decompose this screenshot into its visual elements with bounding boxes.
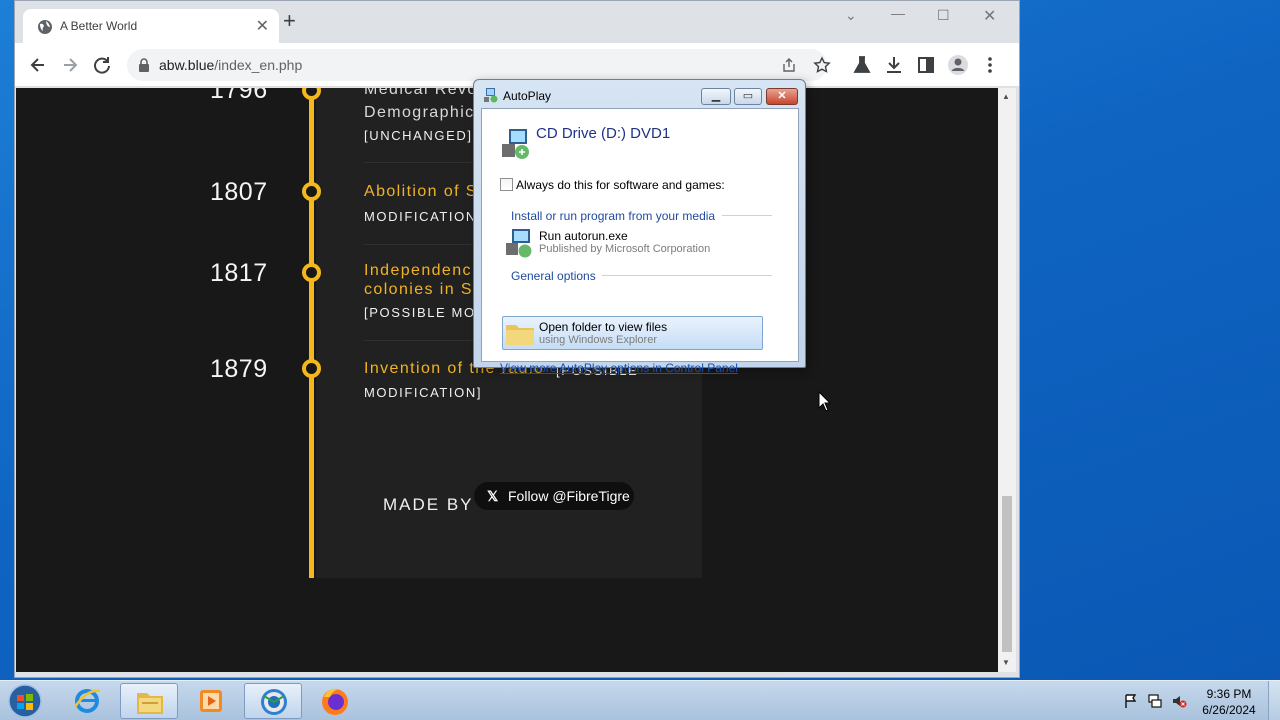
download-icon[interactable]: [883, 54, 905, 76]
timeline-marker: [302, 263, 321, 282]
browser-tab[interactable]: A Better World ✕: [23, 9, 279, 43]
section-divider: [602, 275, 772, 276]
globe-icon: [38, 20, 52, 34]
run-autorun-option[interactable]: Run autorun.exe Published by Microsoft C…: [502, 227, 763, 261]
tab-strip: A Better World ✕ + ⌄ — ☐ ✕: [15, 1, 1019, 43]
minimize-icon[interactable]: —: [891, 5, 905, 21]
bookmark-star-icon[interactable]: [813, 56, 831, 74]
autoplay-icon: [484, 88, 498, 103]
file-explorer-icon: [137, 693, 163, 714]
timeline-event[interactable]: colonies in S: [364, 280, 473, 300]
system-clock[interactable]: 9:36 PM 6/26/2024: [1190, 686, 1268, 718]
timeline-tag: [POSSIBLE MO: [364, 305, 476, 320]
run-autorun-publisher: Published by Microsoft Corporation: [539, 243, 711, 255]
open-folder-label: Open folder to view files: [539, 320, 668, 334]
x-logo-icon: 𝕏: [487, 488, 499, 504]
timeline-year: 1796: [210, 88, 268, 104]
start-button-icon[interactable]: [6, 683, 44, 719]
new-tab-icon[interactable]: +: [283, 10, 296, 32]
open-folder-sub: using Windows Explorer: [539, 334, 657, 346]
taskbar-internet-explorer[interactable]: [58, 683, 116, 719]
folder-icon: [506, 325, 534, 345]
dialog-minimize-button[interactable]: ▁: [701, 88, 731, 105]
timeline-event[interactable]: Independenc: [364, 261, 472, 281]
cd-drive-icon: [502, 129, 529, 159]
always-do-checkbox[interactable]: [500, 178, 513, 191]
firefox-icon: [322, 688, 348, 715]
extension-flask-icon[interactable]: [851, 54, 873, 76]
side-panel-icon[interactable]: [915, 54, 937, 76]
page-scrollbar[interactable]: ▲ ▼: [998, 88, 1016, 672]
timeline-event: Demographic: [364, 104, 475, 121]
clock-time: 9:36 PM: [1206, 687, 1252, 701]
address-bar[interactable]: abw.blue/index_en.php: [127, 49, 831, 81]
taskbar-media-player[interactable]: [182, 683, 240, 719]
menu-kebab-icon[interactable]: [979, 54, 1001, 76]
forward-icon[interactable]: [59, 54, 81, 76]
drive-title: CD Drive (D:) DVD1: [536, 125, 671, 142]
back-icon[interactable]: [27, 54, 49, 76]
run-autorun-label: Run autorun.exe: [539, 229, 628, 243]
profile-avatar-icon[interactable]: [947, 54, 969, 76]
timeline-tag: MODIFICATION: [364, 209, 477, 224]
clock-date: 6/26/2024: [1202, 703, 1256, 717]
dialog-close-button[interactable]: ✕: [766, 88, 798, 105]
dialog-body: CD Drive (D:) DVD1 Always do this for so…: [481, 108, 799, 375]
control-panel-link[interactable]: View more AutoPlay options in Control Pa…: [500, 361, 738, 375]
timeline-year: 1817: [210, 259, 268, 287]
made-by-label: MADE BY: [383, 495, 474, 514]
window-close-icon[interactable]: ✕: [983, 6, 996, 26]
close-tab-icon[interactable]: ✕: [256, 16, 269, 36]
autoplay-dialog: AutoPlay ▁ ▭ ✕ CD Drive (D:) DVD1 Always…: [473, 79, 806, 375]
scroll-down-arrow-icon[interactable]: ▼: [1002, 658, 1010, 667]
internet-explorer-icon: [73, 689, 101, 713]
lock-icon: [139, 58, 149, 72]
url-text: abw.blue/index_en.php: [159, 57, 303, 73]
timeline-year: 1879: [210, 355, 268, 383]
section-divider: [722, 215, 772, 216]
volume-muted-icon[interactable]: [1171, 693, 1187, 709]
follow-button[interactable]: 𝕏 Follow @FibreTigre: [474, 482, 634, 510]
taskbar: 9:36 PM 6/26/2024: [0, 680, 1280, 720]
scroll-up-arrow-icon[interactable]: ▲: [1002, 92, 1010, 101]
section-general-heading: General options: [511, 269, 596, 283]
media-player-icon: [200, 690, 222, 712]
share-icon[interactable]: [781, 57, 797, 73]
maximize-icon[interactable]: ☐: [937, 7, 950, 24]
autorun-program-icon: [506, 229, 532, 258]
network-icon[interactable]: [1147, 693, 1163, 709]
dialog-maximize-button[interactable]: ▭: [734, 88, 762, 105]
taskbar-firefox[interactable]: [306, 683, 364, 719]
timeline-tag: MODIFICATION]: [364, 385, 483, 400]
follow-label: Follow @FibreTigre: [508, 488, 630, 504]
scrollbar-thumb[interactable]: [1002, 496, 1012, 652]
timeline-year: 1807: [210, 178, 268, 206]
mouse-pointer-icon: [818, 391, 832, 412]
timeline-event[interactable]: Abolition of S: [364, 182, 478, 202]
action-center-flag-icon[interactable]: [1123, 693, 1139, 709]
tab-title: A Better World: [60, 19, 138, 33]
reload-icon[interactable]: [91, 54, 113, 76]
always-do-label: Always do this for software and games:: [516, 178, 725, 192]
taskbar-chrome[interactable]: [244, 683, 302, 719]
dialog-title: AutoPlay: [503, 89, 552, 103]
timeline-marker: [302, 359, 321, 378]
section-install-heading: Install or run program from your media: [511, 209, 716, 223]
tab-search-icon[interactable]: ⌄: [845, 7, 857, 24]
chrome-icon: [261, 689, 287, 715]
timeline-tag: [UNCHANGED]: [364, 128, 473, 143]
timeline-line: [309, 88, 314, 578]
taskbar-file-explorer[interactable]: [120, 683, 178, 719]
show-desktop-button[interactable]: [1268, 681, 1280, 720]
timeline-marker: [302, 182, 321, 201]
timeline-event: Medical Revo: [364, 88, 478, 98]
